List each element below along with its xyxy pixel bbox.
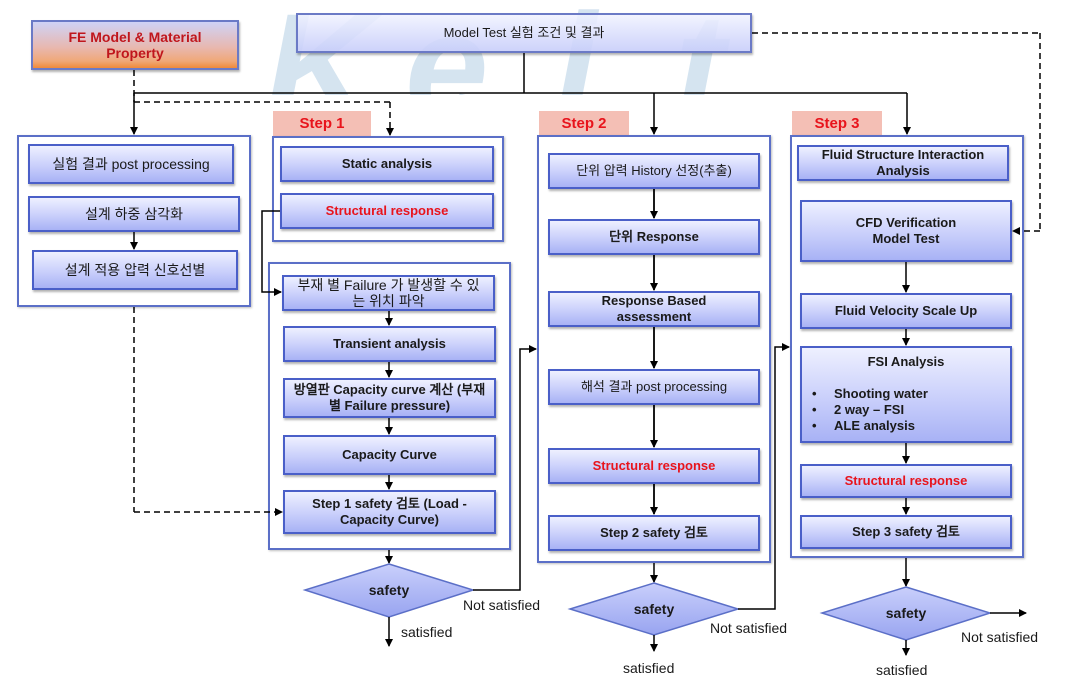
- step2-safety-review: Step 2 safety 검토: [548, 515, 760, 551]
- bullet-icon: •: [812, 418, 817, 433]
- step1-diamond-label: safety: [368, 582, 410, 598]
- step3-structural-label: Structural response: [844, 473, 968, 488]
- step1-satisfied-label: satisfied: [401, 624, 453, 640]
- step3-not-satisfied-label: Not satisfied: [961, 629, 1039, 645]
- left-item-pressure-signal: 설계 적용 압력 신호선별: [32, 250, 238, 290]
- left-item-post-processing: 실험 결과 post processing: [28, 144, 234, 184]
- step1-transient-analysis: Transient analysis: [283, 326, 496, 362]
- bullet-icon: •: [812, 386, 817, 401]
- step1-safety-review-label: Step 1 safety 검토 (Load - Capacity Curve): [312, 496, 467, 527]
- step1-tag: Step 1: [273, 111, 371, 136]
- step1-safety-review: Step 1 safety 검토 (Load - Capacity Curve): [283, 490, 496, 534]
- step3-diamond-label: safety: [885, 605, 927, 621]
- fsi-bullet-label: Shooting water: [834, 386, 928, 401]
- step3-tag-label: Step 3: [814, 115, 860, 132]
- left-item-load-idealization: 설계 하중 삼각화: [28, 196, 240, 232]
- step3-safety-review: Step 3 safety 검토: [800, 515, 1012, 549]
- step1-capacity-calc: 방열판 Capacity curve 계산 (부재별 Failure press…: [283, 378, 496, 418]
- step3-structural-response: Structural response: [800, 464, 1012, 498]
- step2-structural-response: Structural response: [548, 448, 760, 484]
- fsi-bullet-label: ALE analysis: [834, 418, 915, 433]
- step2-satisfied-label: satisfied: [623, 660, 675, 676]
- step1-capacity-calc-label: 방열판 Capacity curve 계산 (부재별 Failure press…: [293, 382, 486, 413]
- left-item-label: 설계 하중 삼각화: [85, 206, 183, 222]
- step1-failure-label: 부재 별 Failure 가 발생할 수 있는 위치 파악: [297, 277, 480, 309]
- fe-model-label: FE Model & Material Property: [68, 29, 202, 61]
- fsi-bullet-label: 2 way – FSI: [834, 402, 905, 417]
- step3-velocity-label: Fluid Velocity Scale Up: [834, 303, 978, 318]
- step2-pressure-history: 단위 압력 History 선정(추출): [548, 153, 760, 189]
- fsi-bullet-item: • ALE analysis: [812, 418, 1000, 434]
- step1-capacity-curve-label: Capacity Curve: [342, 447, 437, 462]
- step1-static-label: Static analysis: [341, 156, 433, 171]
- fe-model-box: FE Model & Material Property: [31, 20, 239, 70]
- model-test-label: Model Test 실험 조건 및 결과: [443, 25, 605, 40]
- step1-structural-response: Structural response: [280, 193, 494, 229]
- step3-safety-review-label: Step 3 safety 검토: [852, 524, 960, 539]
- step1-not-satisfied-label: Not satisfied: [463, 597, 541, 613]
- step2-post-label: 해석 결과 post processing: [580, 379, 728, 394]
- step1-static-analysis: Static analysis: [280, 146, 494, 182]
- step3-fsi-header-label: Fluid Structure Interaction Analysis: [821, 147, 985, 178]
- step2-response-based-assessment: Response Based assessment: [548, 291, 760, 327]
- step1-capacity-curve: Capacity Curve: [283, 435, 496, 475]
- fsi-bullet-item: • 2 way – FSI: [812, 402, 1000, 418]
- step1-tag-label: Step 1: [299, 115, 345, 132]
- model-test-box: Model Test 실험 조건 및 결과: [296, 13, 752, 53]
- left-item-label: 설계 적용 압력 신호선별: [64, 262, 206, 278]
- step2-group: [537, 135, 771, 563]
- fsi-bullet-item: • Shooting water: [812, 386, 1000, 402]
- step2-unit-response-label: 단위 Response: [609, 229, 699, 244]
- left-item-label: 실험 결과 post processing: [52, 156, 210, 172]
- step1-structural-label: Structural response: [325, 203, 449, 218]
- step3-fsi-analysis: FSI Analysis • Shooting water • 2 way – …: [800, 346, 1012, 443]
- step2-tag: Step 2: [539, 111, 629, 136]
- step3-fsi-analysis-header: Fluid Structure Interaction Analysis: [797, 145, 1009, 181]
- step1-failure-location: 부재 별 Failure 가 발생할 수 있는 위치 파악: [282, 275, 495, 311]
- step3-satisfied-label: satisfied: [876, 662, 928, 678]
- step2-structural-label: Structural response: [592, 458, 716, 473]
- bullet-icon: •: [812, 402, 817, 417]
- step2-safety-review-label: Step 2 safety 검토: [600, 525, 708, 540]
- step2-diamond-label: safety: [633, 601, 675, 617]
- step2-not-satisfied-label: Not satisfied: [710, 620, 788, 636]
- step2-tag-label: Step 2: [561, 115, 607, 132]
- step3-velocity-scale-up: Fluid Velocity Scale Up: [800, 293, 1012, 329]
- step3-cfd-verification: CFD Verification Model Test: [800, 200, 1012, 262]
- step3-fsi-title: FSI Analysis: [867, 354, 945, 369]
- step2-history-label: 단위 압력 History 선정(추출): [576, 163, 732, 178]
- step2-post-processing: 해석 결과 post processing: [548, 369, 760, 405]
- step1-transient-label: Transient analysis: [333, 336, 446, 351]
- step3-cfd-label: CFD Verification Model Test: [855, 215, 957, 246]
- step3-tag: Step 3: [792, 111, 882, 136]
- step2-assessment-label: Response Based assessment: [601, 293, 707, 324]
- step2-unit-response: 단위 Response: [548, 219, 760, 255]
